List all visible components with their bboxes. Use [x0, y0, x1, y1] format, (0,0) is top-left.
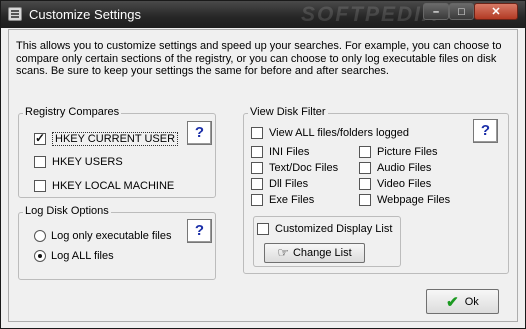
- checkbox-label: Webpage Files: [377, 194, 451, 206]
- minimize-icon: –: [432, 6, 440, 18]
- group-label: View Disk Filter: [248, 106, 328, 118]
- checkbox-label: HKEY CURRENT USER: [52, 132, 179, 146]
- maximize-icon: □: [458, 6, 465, 18]
- checkbox[interactable]: [251, 194, 263, 206]
- checkbox[interactable]: [251, 162, 263, 174]
- log-disk-options-group: Log Disk Options Log only executable fil…: [18, 205, 216, 280]
- maximize-button[interactable]: □: [449, 3, 474, 20]
- checkbox-label: HKEY LOCAL MACHINE: [52, 180, 175, 192]
- window-title: Customize Settings: [29, 7, 141, 22]
- checkbox-text-doc-files[interactable]: Text/Doc Files: [251, 162, 338, 174]
- checkbox-label: Dll Files: [269, 178, 309, 190]
- checkbox[interactable]: [251, 127, 263, 139]
- checkbox-label: Picture Files: [377, 146, 438, 158]
- checkbox-label: Customized Display List: [275, 223, 393, 235]
- checkbox-webpage-files[interactable]: Webpage Files: [359, 194, 450, 206]
- checkbox-label: Exe Files: [269, 194, 315, 206]
- ok-label: Ok: [464, 295, 479, 308]
- checkbox-view-all[interactable]: View ALL files/folders logged: [251, 127, 409, 139]
- customized-display-panel: Customized Display List ☞ Change List: [253, 216, 401, 267]
- radio-label: Log only executable files: [51, 230, 172, 242]
- checkbox[interactable]: [257, 223, 269, 235]
- intro-text: This allows you to customize settings an…: [16, 40, 502, 78]
- checkbox-label: Video Files: [377, 178, 432, 190]
- group-label: Log Disk Options: [23, 205, 111, 217]
- checkbox-exe-files[interactable]: Exe Files: [251, 194, 314, 206]
- group-label: Registry Compares: [23, 106, 122, 118]
- pointing-hand-icon: ☞: [277, 245, 289, 260]
- checkbox-label: Text/Doc Files: [269, 162, 339, 174]
- checkbox[interactable]: [34, 156, 46, 168]
- checkbox-hkey-local-machine[interactable]: HKEY LOCAL MACHINE: [34, 180, 174, 192]
- checkbox[interactable]: [359, 162, 371, 174]
- radio-log-all[interactable]: Log ALL files: [34, 250, 114, 262]
- checkbox-hkey-users[interactable]: HKEY USERS: [34, 156, 123, 168]
- ok-button[interactable]: ✔ Ok: [426, 289, 499, 314]
- checkbox[interactable]: [359, 146, 371, 158]
- radio[interactable]: [34, 250, 46, 262]
- dialog-body: This allows you to customize settings an…: [8, 29, 518, 322]
- change-list-button[interactable]: ☞ Change List: [264, 243, 365, 263]
- close-icon: ✕: [491, 6, 501, 18]
- checkbox-ini-files[interactable]: INI Files: [251, 146, 309, 158]
- registry-help-button[interactable]: ?: [187, 121, 212, 145]
- checkbox-dll-files[interactable]: Dll Files: [251, 178, 308, 190]
- checkbox-label: INI Files: [269, 146, 310, 158]
- checkbox[interactable]: [34, 131, 46, 145]
- checkbox[interactable]: [251, 178, 263, 190]
- registry-compares-group: Registry Compares HKEY CURRENT USER HKEY…: [18, 106, 216, 198]
- checkbox-picture-files[interactable]: Picture Files: [359, 146, 438, 158]
- radio[interactable]: [34, 230, 46, 242]
- checkbox-label: Audio Files: [377, 162, 432, 174]
- view-disk-help-button[interactable]: ?: [473, 119, 498, 143]
- checkbox-video-files[interactable]: Video Files: [359, 178, 431, 190]
- app-icon: [8, 7, 22, 21]
- log-disk-help-button[interactable]: ?: [187, 219, 212, 243]
- title-bar[interactable]: Customize Settings SOFTPEDIA – □ ✕: [1, 1, 525, 28]
- checkbox-audio-files[interactable]: Audio Files: [359, 162, 431, 174]
- checkbox[interactable]: [251, 146, 263, 158]
- checkbox[interactable]: [34, 180, 46, 192]
- checkbox-label: View ALL files/folders logged: [269, 127, 410, 139]
- watermark: SOFTPEDIA: [301, 3, 440, 26]
- checkbox-label: HKEY USERS: [52, 156, 123, 168]
- checkmark-icon: ✔: [446, 293, 459, 311]
- change-list-label: Change List: [292, 247, 352, 259]
- checkbox[interactable]: [359, 194, 371, 206]
- minimize-button[interactable]: –: [423, 3, 449, 20]
- checkbox[interactable]: [359, 178, 371, 190]
- radio-log-executable[interactable]: Log only executable files: [34, 230, 171, 242]
- checkbox-customized-display-list[interactable]: Customized Display List: [257, 223, 392, 235]
- view-disk-filter-group: View Disk Filter View ALL files/folders …: [243, 106, 509, 274]
- customize-settings-window: Customize Settings SOFTPEDIA – □ ✕ This …: [0, 0, 526, 329]
- checkbox-hkey-current-user[interactable]: HKEY CURRENT USER: [34, 131, 179, 146]
- radio-label: Log ALL files: [51, 250, 114, 262]
- close-button[interactable]: ✕: [474, 3, 518, 20]
